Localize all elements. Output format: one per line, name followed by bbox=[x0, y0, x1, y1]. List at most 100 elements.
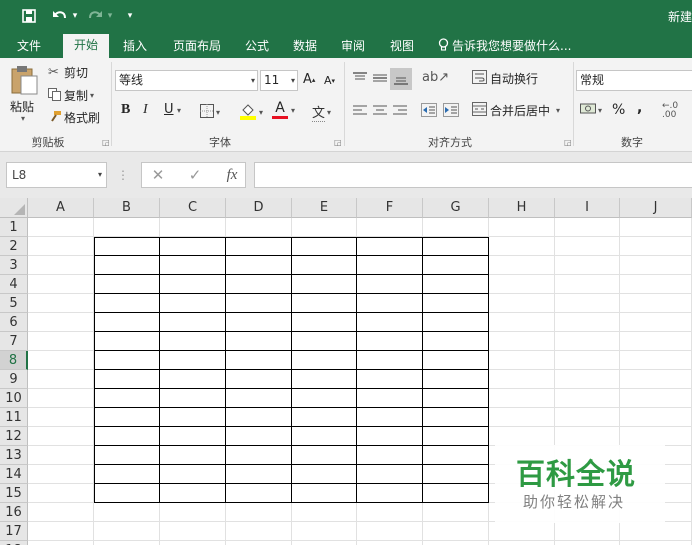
column-header-c[interactable]: C bbox=[160, 198, 226, 218]
column-header-h[interactable]: H bbox=[489, 198, 555, 218]
cell-f1[interactable] bbox=[357, 218, 423, 237]
row-header-18[interactable]: 18 bbox=[0, 541, 28, 545]
middle-align-button[interactable] bbox=[372, 72, 388, 84]
cell-e13[interactable] bbox=[292, 446, 357, 465]
row-header-17[interactable]: 17 bbox=[0, 522, 28, 541]
cell-c4[interactable] bbox=[160, 275, 226, 294]
cell-d2[interactable] bbox=[226, 237, 292, 256]
cell-i3[interactable] bbox=[555, 256, 620, 275]
cell-g16[interactable] bbox=[423, 503, 489, 522]
cell-f17[interactable] bbox=[357, 522, 423, 541]
row-header-1[interactable]: 1 bbox=[0, 218, 28, 237]
cell-h5[interactable] bbox=[489, 294, 555, 313]
cell-h7[interactable] bbox=[489, 332, 555, 351]
tab-page-layout[interactable]: 页面布局 bbox=[166, 35, 228, 58]
cell-b12[interactable] bbox=[94, 427, 160, 446]
row-header-13[interactable]: 13 bbox=[0, 446, 28, 465]
cell-f8[interactable] bbox=[357, 351, 423, 370]
cell-j9[interactable] bbox=[620, 370, 692, 389]
tab-home[interactable]: 开始 bbox=[63, 34, 109, 58]
comma-style-button[interactable]: , bbox=[637, 100, 642, 116]
cell-i4[interactable] bbox=[555, 275, 620, 294]
cell-g10[interactable] bbox=[423, 389, 489, 408]
cell-d4[interactable] bbox=[226, 275, 292, 294]
cell-f14[interactable] bbox=[357, 465, 423, 484]
cell-a13[interactable] bbox=[28, 446, 94, 465]
column-header-i[interactable]: I bbox=[555, 198, 620, 218]
cell-j12[interactable] bbox=[620, 427, 692, 446]
cell-f6[interactable] bbox=[357, 313, 423, 332]
tab-insert[interactable]: 插入 bbox=[116, 35, 154, 58]
cell-a9[interactable] bbox=[28, 370, 94, 389]
cell-g11[interactable] bbox=[423, 408, 489, 427]
align-right-button[interactable] bbox=[392, 104, 408, 116]
cell-a11[interactable] bbox=[28, 408, 94, 427]
cell-d6[interactable] bbox=[226, 313, 292, 332]
bold-button[interactable]: B bbox=[121, 102, 130, 118]
grow-font-button[interactable]: A ▴ bbox=[303, 72, 315, 87]
cell-h11[interactable] bbox=[489, 408, 555, 427]
decrease-indent-button[interactable] bbox=[421, 103, 437, 117]
cell-i2[interactable] bbox=[555, 237, 620, 256]
cell-j4[interactable] bbox=[620, 275, 692, 294]
orientation-button[interactable]: ab↗ bbox=[422, 70, 449, 85]
wrap-text-button[interactable]: 自动换行 bbox=[472, 70, 538, 87]
row-header-9[interactable]: 9 bbox=[0, 370, 28, 389]
clipboard-launcher-icon[interactable]: ◲ bbox=[102, 138, 110, 147]
tab-review[interactable]: 审阅 bbox=[334, 35, 372, 58]
row-header-3[interactable]: 3 bbox=[0, 256, 28, 275]
cell-e8[interactable] bbox=[292, 351, 357, 370]
formula-input[interactable] bbox=[254, 162, 692, 188]
cell-d8[interactable] bbox=[226, 351, 292, 370]
cell-a7[interactable] bbox=[28, 332, 94, 351]
cell-e10[interactable] bbox=[292, 389, 357, 408]
cell-i1[interactable] bbox=[555, 218, 620, 237]
cell-a15[interactable] bbox=[28, 484, 94, 503]
cell-i17[interactable] bbox=[555, 522, 620, 541]
cell-c3[interactable] bbox=[160, 256, 226, 275]
top-align-button[interactable] bbox=[352, 72, 368, 84]
increase-indent-button[interactable] bbox=[443, 103, 459, 117]
cell-h2[interactable] bbox=[489, 237, 555, 256]
cell-d1[interactable] bbox=[226, 218, 292, 237]
tell-me-box[interactable]: 告诉我您想要做什么... bbox=[438, 35, 571, 58]
cell-f7[interactable] bbox=[357, 332, 423, 351]
cell-i5[interactable] bbox=[555, 294, 620, 313]
shrink-font-button[interactable]: A ▾ bbox=[324, 74, 335, 87]
cell-e17[interactable] bbox=[292, 522, 357, 541]
cell-f10[interactable] bbox=[357, 389, 423, 408]
cell-g15[interactable] bbox=[423, 484, 489, 503]
cell-g2[interactable] bbox=[423, 237, 489, 256]
column-header-a[interactable]: A bbox=[28, 198, 94, 218]
tab-formulas[interactable]: 公式 bbox=[238, 35, 276, 58]
cell-d15[interactable] bbox=[226, 484, 292, 503]
cell-c12[interactable] bbox=[160, 427, 226, 446]
cell-a3[interactable] bbox=[28, 256, 94, 275]
cell-g6[interactable] bbox=[423, 313, 489, 332]
row-header-12[interactable]: 12 bbox=[0, 427, 28, 446]
cell-c1[interactable] bbox=[160, 218, 226, 237]
cell-c2[interactable] bbox=[160, 237, 226, 256]
cell-g18[interactable] bbox=[423, 541, 489, 545]
cell-f12[interactable] bbox=[357, 427, 423, 446]
row-header-7[interactable]: 7 bbox=[0, 332, 28, 351]
enter-icon[interactable]: ✓ bbox=[184, 162, 206, 188]
paste-dropdown-icon[interactable]: ▾ bbox=[21, 114, 25, 123]
column-header-e[interactable]: E bbox=[292, 198, 357, 218]
cell-c15[interactable] bbox=[160, 484, 226, 503]
cell-g3[interactable] bbox=[423, 256, 489, 275]
cell-a1[interactable] bbox=[28, 218, 94, 237]
cell-h4[interactable] bbox=[489, 275, 555, 294]
cell-h8[interactable] bbox=[489, 351, 555, 370]
cell-g17[interactable] bbox=[423, 522, 489, 541]
cell-b4[interactable] bbox=[94, 275, 160, 294]
cell-h10[interactable] bbox=[489, 389, 555, 408]
font-name-combo[interactable]: 等线 ▾ bbox=[115, 70, 258, 91]
cell-f3[interactable] bbox=[357, 256, 423, 275]
cell-g5[interactable] bbox=[423, 294, 489, 313]
cell-j2[interactable] bbox=[620, 237, 692, 256]
cell-j8[interactable] bbox=[620, 351, 692, 370]
cell-a17[interactable] bbox=[28, 522, 94, 541]
copy-dropdown-icon[interactable]: ▾ bbox=[90, 91, 94, 100]
cell-i12[interactable] bbox=[555, 427, 620, 446]
